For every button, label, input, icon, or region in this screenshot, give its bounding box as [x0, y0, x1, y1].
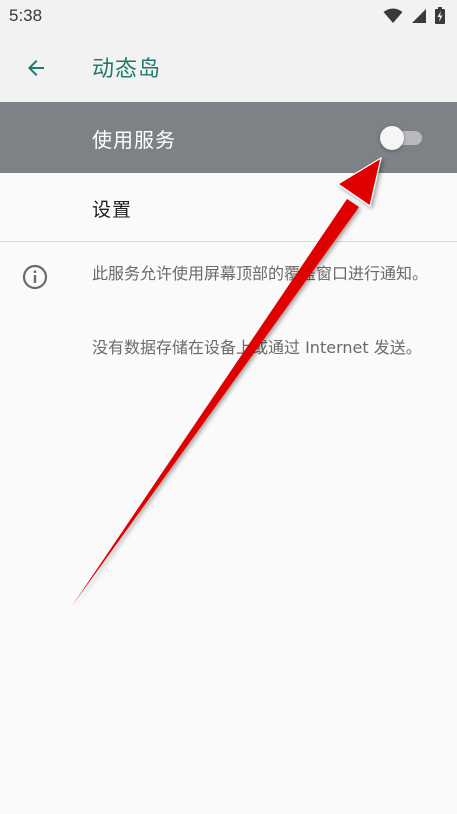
service-description: 此服务允许使用屏幕顶部的覆盖窗口进行通知。: [92, 264, 429, 283]
use-service-toggle[interactable]: [380, 126, 424, 150]
status-icons: [383, 7, 445, 24]
divider: [0, 241, 457, 242]
info-icon: [22, 264, 48, 290]
use-service-switch-bar[interactable]: 使用服务: [0, 102, 457, 173]
settings-item[interactable]: 设置: [0, 173, 457, 241]
wifi-icon: [383, 8, 403, 23]
use-service-label: 使用服务: [92, 128, 176, 152]
toggle-thumb: [380, 126, 404, 150]
screen: 5:38 动态岛 使用服务 设置 此服务允许使用屏幕顶部的覆盖窗口进行通知。 没…: [0, 0, 457, 814]
back-button[interactable]: [18, 50, 54, 86]
page-title: 动态岛: [92, 57, 162, 82]
status-time: 5:38: [9, 5, 43, 25]
cellular-signal-icon: [412, 8, 426, 23]
arrow-back-icon: [28, 60, 44, 76]
privacy-note: 没有数据存储在设备上或通过 Internet 发送。: [92, 338, 422, 357]
battery-charging-icon: [435, 7, 445, 24]
status-bar: 5:38: [0, 0, 457, 31]
settings-label: 设置: [92, 199, 133, 221]
app-toolbar: 动态岛: [0, 31, 457, 102]
